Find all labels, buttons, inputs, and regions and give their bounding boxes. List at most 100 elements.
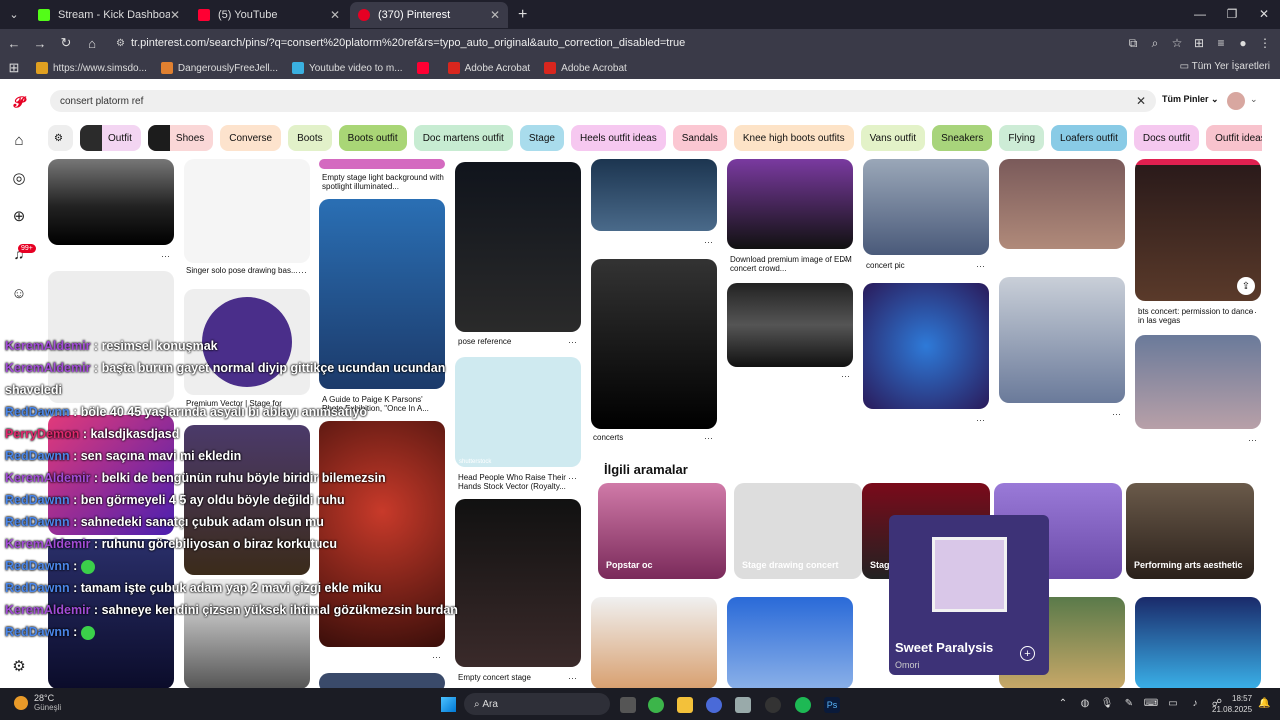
pin-image[interactable]: shutterstock <box>455 357 581 467</box>
pin-more-icon[interactable]: ··· <box>976 415 985 425</box>
all-bookmarks-folder[interactable]: ▭ Tüm Yer İşaretleri <box>1180 61 1270 72</box>
avatar[interactable] <box>1227 92 1245 110</box>
pin-more-icon[interactable]: ··· <box>976 261 985 271</box>
taskbar-search[interactable]: ⌕ Ara <box>464 693 610 715</box>
spotify-icon[interactable] <box>795 697 811 713</box>
site-info-icon[interactable]: ⚙ <box>116 38 125 49</box>
profile-icon[interactable]: ● <box>1232 31 1254 55</box>
pin-more-icon[interactable]: ··· <box>161 251 170 261</box>
pin-image[interactable] <box>184 159 310 263</box>
search-chip[interactable]: Shoes <box>147 125 214 151</box>
pin-image[interactable] <box>1135 597 1261 688</box>
pin-filter-dropdown[interactable]: Tüm Pinler ⌄ <box>1162 94 1219 105</box>
pin-image[interactable] <box>591 597 717 688</box>
settings-app-icon[interactable] <box>735 697 751 713</box>
bookmark-star-icon[interactable]: ☆ <box>1166 31 1188 55</box>
search-chip[interactable]: Vans outfit <box>860 125 926 151</box>
close-tab-icon[interactable]: ✕ <box>170 8 180 22</box>
pin-more-icon[interactable]: ··· <box>841 371 850 381</box>
install-app-icon[interactable]: ⧉ <box>1122 31 1144 55</box>
home-icon[interactable]: ⌂ <box>80 31 104 55</box>
apps-grid-icon[interactable]: ⊞ <box>2 56 26 80</box>
share-icon[interactable]: ⇪ <box>1237 277 1255 295</box>
pin-image[interactable] <box>999 159 1125 249</box>
pin-more-icon[interactable]: ··· <box>1112 409 1121 419</box>
pin-image[interactable] <box>319 673 445 688</box>
zoom-icon[interactable]: ⌕ <box>1144 31 1166 55</box>
chrome-icon[interactable] <box>648 697 664 713</box>
bookmark-item[interactable]: Adobe Acrobat <box>544 62 627 74</box>
search-chip[interactable]: Sneakers <box>932 125 993 151</box>
pin-image[interactable] <box>48 271 174 403</box>
pin-more-icon[interactable]: ··· <box>432 652 441 662</box>
pin-image[interactable] <box>591 259 717 429</box>
file-explorer-icon[interactable] <box>677 697 693 713</box>
notification-bell-icon[interactable]: 🔔 <box>1258 698 1270 709</box>
pin-image[interactable] <box>591 159 717 231</box>
menu-icon[interactable]: ⋮ <box>1254 31 1276 55</box>
pin-image[interactable] <box>863 283 989 409</box>
pin-more-icon[interactable]: ··· <box>1248 435 1257 445</box>
tray-overflow-icon[interactable]: ⌃ <box>1052 698 1074 709</box>
settings-icon[interactable]: ⚙ <box>10 657 28 675</box>
close-window-icon[interactable]: ✕ <box>1248 0 1280 28</box>
clear-search-icon[interactable]: ✕ <box>1136 94 1146 108</box>
pin-more-icon[interactable]: ··· <box>704 237 713 247</box>
pin-image[interactable] <box>727 159 853 249</box>
search-chip[interactable]: Stage <box>519 125 564 151</box>
create-icon[interactable]: ⊕ <box>10 207 28 225</box>
display-icon[interactable]: ▭ <box>1162 698 1184 709</box>
account-menu-icon[interactable]: ⌄ <box>1250 94 1258 105</box>
search-chip[interactable]: Flying <box>999 125 1045 151</box>
weather-widget[interactable]: 28°C Güneşli <box>14 693 61 712</box>
pin-image[interactable] <box>863 159 989 255</box>
pin-image[interactable] <box>727 597 853 688</box>
app-icon[interactable] <box>706 697 722 713</box>
volume-icon[interactable]: ♪ <box>1184 698 1206 709</box>
new-tab-button[interactable]: + <box>510 6 535 24</box>
tab-search-icon[interactable]: ⌄ <box>2 3 26 27</box>
pin-image[interactable] <box>455 499 581 667</box>
related-search-item[interactable]: Popstar oc <box>598 483 726 579</box>
pin-image[interactable] <box>319 159 445 169</box>
bookmark-item[interactable]: Adobe Acrobat <box>447 62 530 74</box>
pin-more-icon[interactable]: ··· <box>568 337 577 347</box>
windows-start-icon[interactable] <box>441 697 456 712</box>
pin-image[interactable] <box>727 283 853 367</box>
search-chip[interactable]: Knee high boots outfits <box>733 125 854 151</box>
obs-icon[interactable] <box>765 697 781 713</box>
add-to-library-icon[interactable]: + <box>1020 646 1035 661</box>
reload-icon[interactable]: ↻ <box>54 31 78 55</box>
minimize-icon[interactable]: — <box>1184 0 1216 28</box>
pin-image[interactable] <box>48 159 174 245</box>
bookmark-item[interactable]: Youtube video to m... <box>291 62 403 74</box>
address-bar[interactable]: ⚙ tr.pinterest.com/search/pins/?q=consert… <box>110 32 1095 54</box>
pin-image[interactable] <box>999 277 1125 403</box>
pin-more-icon[interactable]: ··· <box>298 267 307 277</box>
forward-icon[interactable]: → <box>28 31 52 55</box>
filter-icon[interactable]: ⚙ <box>48 125 73 151</box>
photoshop-icon[interactable]: Ps <box>824 697 840 713</box>
tab-youtube[interactable]: (5) YouTube ✕ <box>190 2 348 28</box>
keyboard-icon[interactable]: ⌨ <box>1140 698 1162 709</box>
pin-more-icon[interactable]: ··· <box>568 673 577 683</box>
search-chip[interactable]: Sandals <box>672 125 727 151</box>
search-chip[interactable]: Converse <box>220 125 282 151</box>
pin-image[interactable]: ⇪ <box>1135 159 1261 301</box>
clock[interactable]: 18:57 21.08.2025 <box>1212 693 1252 715</box>
search-chip[interactable]: Outfit ideas <box>1206 125 1262 151</box>
pin-more-icon[interactable]: ··· <box>1248 307 1257 317</box>
pin-image[interactable] <box>455 162 581 332</box>
messages-icon[interactable]: ☺ <box>10 284 28 302</box>
back-icon[interactable]: ← <box>2 31 26 55</box>
related-search-item[interactable]: Performing arts aesthetic <box>1126 483 1254 579</box>
search-chip[interactable]: Docs outfit <box>1133 125 1200 151</box>
search-chip[interactable]: Boots outfit <box>338 125 407 151</box>
explore-icon[interactable]: ◎ <box>10 169 28 187</box>
home-icon[interactable]: ⌂ <box>10 131 28 149</box>
pin-image[interactable] <box>1135 335 1261 429</box>
search-chip[interactable]: Doc martens outfit <box>413 125 513 151</box>
bookmark-youtube[interactable] <box>416 62 434 74</box>
pin-more-icon[interactable]: ··· <box>704 433 713 443</box>
pin-image[interactable] <box>184 579 310 688</box>
